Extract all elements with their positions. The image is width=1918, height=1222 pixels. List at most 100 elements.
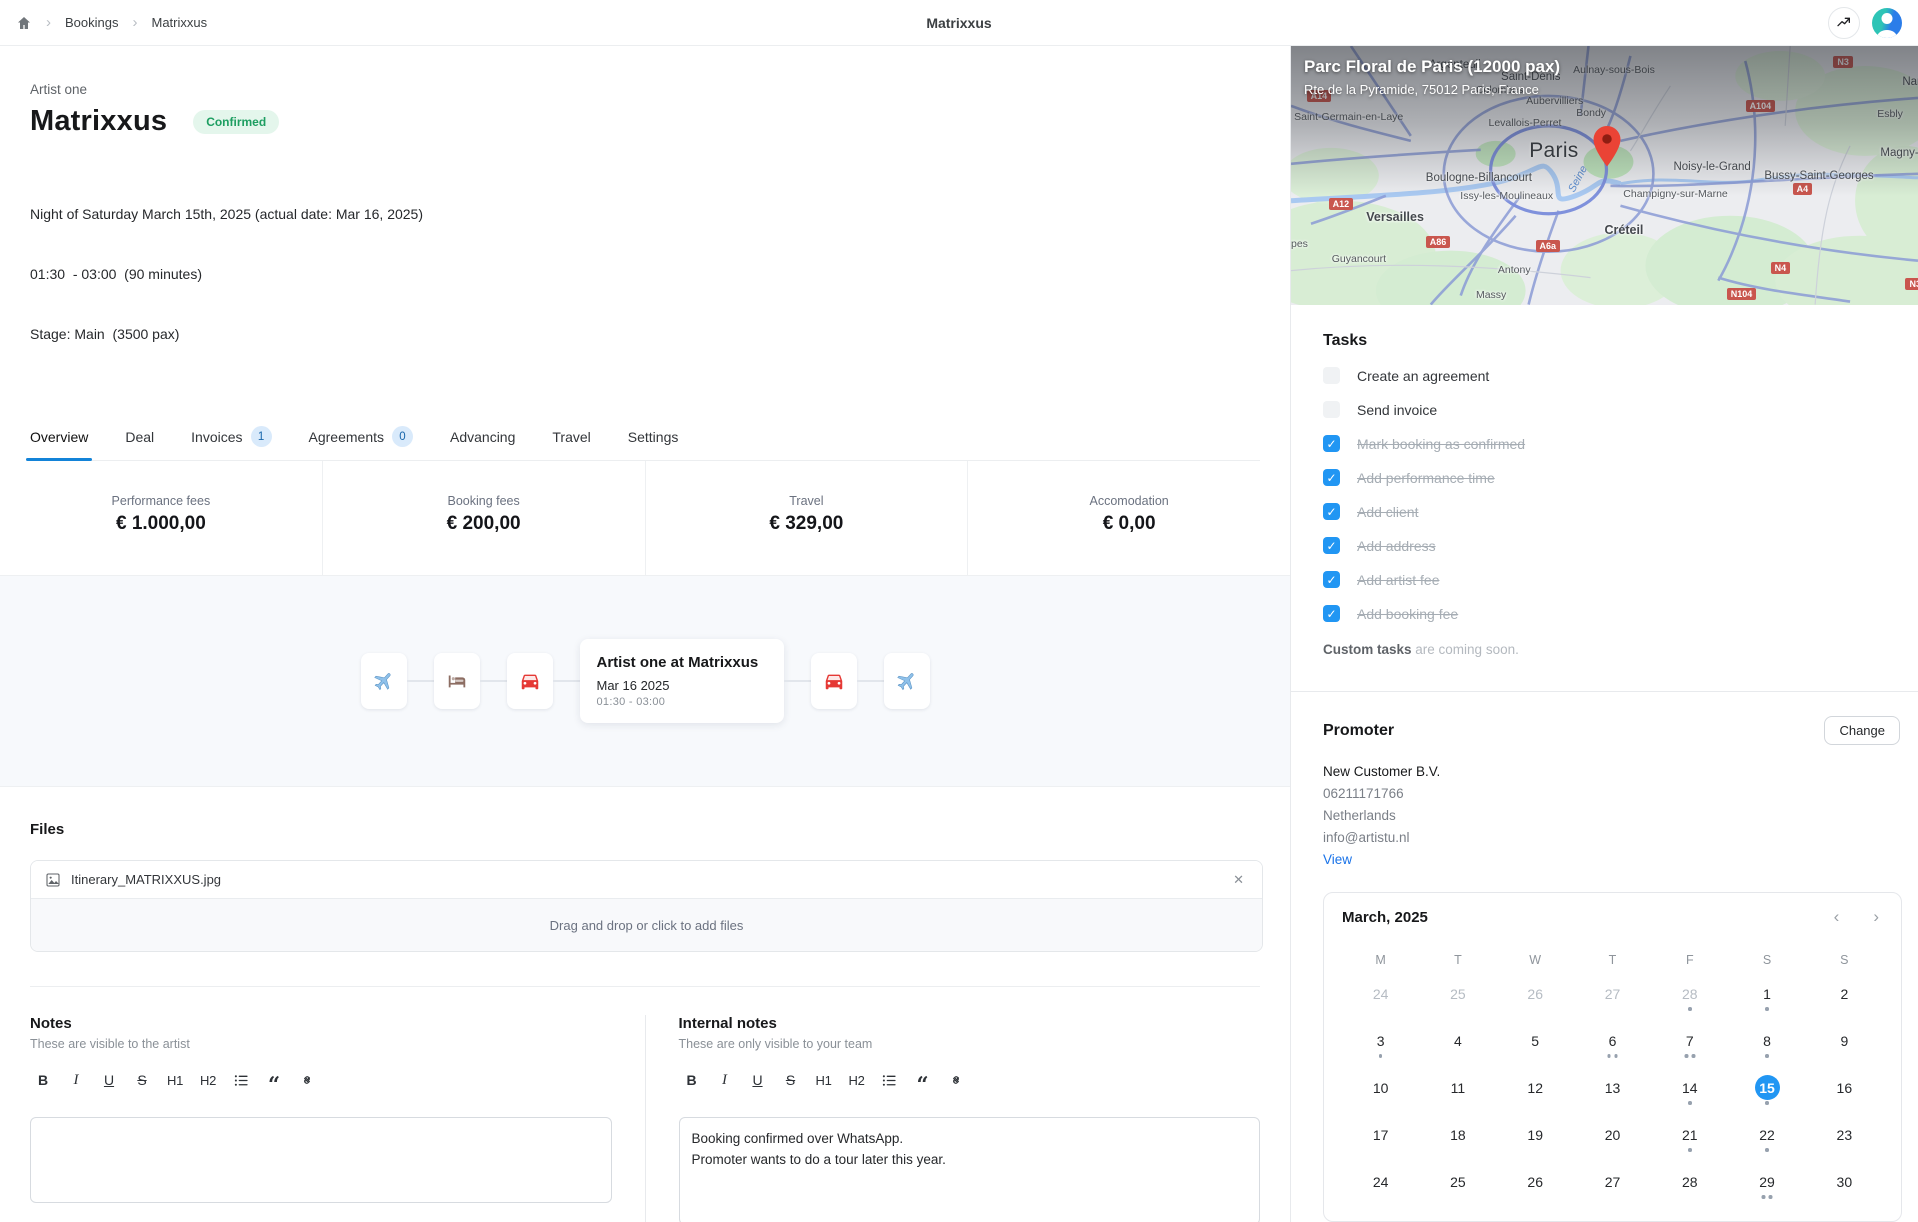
breadcrumb-current[interactable]: Matrixxus — [151, 15, 207, 30]
calendar-day[interactable]: 6 — [1806, 1216, 1883, 1222]
calendar-day[interactable]: 24 — [1342, 981, 1419, 1017]
change-promoter-button[interactable]: Change — [1824, 716, 1900, 745]
bullet-list-icon[interactable] — [877, 1067, 903, 1093]
task-checkbox[interactable] — [1323, 469, 1340, 486]
blockquote-button[interactable]: “ — [910, 1067, 936, 1093]
italic-button[interactable]: I — [63, 1067, 89, 1093]
tab[interactable]: Travel — [552, 418, 590, 460]
strikethrough-button[interactable]: S — [778, 1067, 804, 1093]
calendar-day[interactable]: 27 — [1574, 981, 1651, 1017]
calendar-day[interactable]: 28 — [1651, 981, 1728, 1017]
transfer-arrival-item[interactable] — [507, 653, 553, 709]
calendar-day[interactable]: 10 — [1342, 1075, 1419, 1111]
calendar-day[interactable]: 26 — [1497, 1169, 1574, 1205]
home-icon[interactable] — [16, 15, 32, 31]
calendar-day[interactable]: 8 — [1728, 1028, 1805, 1064]
link-icon[interactable] — [294, 1067, 320, 1093]
tab[interactable]: Invoices 1 — [191, 418, 271, 460]
remove-file-icon[interactable]: ✕ — [1229, 870, 1248, 890]
calendar-day[interactable]: 20 — [1574, 1122, 1651, 1158]
calendar-day[interactable]: 17 — [1342, 1122, 1419, 1158]
calendar-day[interactable]: 25 — [1419, 1169, 1496, 1205]
breadcrumb-bookings[interactable]: Bookings — [65, 15, 118, 30]
calendar-day[interactable]: 13 — [1574, 1075, 1651, 1111]
calendar-day[interactable]: 23 — [1806, 1122, 1883, 1158]
calendar-next-icon[interactable]: › — [1869, 907, 1883, 927]
flight-outbound-item[interactable] — [361, 653, 407, 709]
tab[interactable]: Deal — [125, 418, 154, 460]
task-checkbox[interactable] — [1323, 537, 1340, 554]
calendar-day[interactable]: 29 — [1728, 1169, 1805, 1205]
notes-input[interactable] — [30, 1117, 612, 1203]
heading1-button[interactable]: H1 — [162, 1067, 188, 1093]
calendar-day[interactable]: 28 — [1651, 1169, 1728, 1205]
calendar-day[interactable]: 18 — [1419, 1122, 1496, 1158]
flight-return-item[interactable] — [884, 653, 930, 709]
calendar-day[interactable]: 15 — [1728, 1075, 1805, 1111]
promoter-email: info@artistu.nl — [1323, 827, 1900, 849]
calendar-day[interactable]: 1 — [1728, 981, 1805, 1017]
underline-button[interactable]: U — [96, 1067, 122, 1093]
calendar-day[interactable]: 7 — [1651, 1028, 1728, 1064]
underline-button[interactable]: U — [745, 1067, 771, 1093]
italic-button[interactable]: I — [712, 1067, 738, 1093]
stats-button[interactable] — [1828, 7, 1860, 39]
task-checkbox[interactable] — [1323, 571, 1340, 588]
heading1-button[interactable]: H1 — [811, 1067, 837, 1093]
performance-card[interactable]: Artist one at Matrixxus Mar 16 2025 01:3… — [580, 639, 784, 723]
calendar-day[interactable]: 9 — [1806, 1028, 1883, 1064]
hotel-item[interactable] — [434, 653, 480, 709]
calendar-day[interactable]: 3 — [1342, 1028, 1419, 1064]
calendar-day[interactable]: 11 — [1419, 1075, 1496, 1111]
strikethrough-button[interactable]: S — [129, 1067, 155, 1093]
calendar-day[interactable]: 16 — [1806, 1075, 1883, 1111]
calendar-day[interactable]: 4 — [1651, 1216, 1728, 1222]
calendar-day[interactable]: 22 — [1728, 1122, 1805, 1158]
link-icon[interactable] — [943, 1067, 969, 1093]
task-row: Add booking fee — [1323, 605, 1886, 622]
promoter-view-link[interactable]: View — [1323, 849, 1900, 871]
tab-label: Advancing — [450, 429, 515, 445]
breadcrumb: Bookings Matrixxus — [16, 15, 207, 31]
calendar-day[interactable]: 31 — [1342, 1216, 1419, 1222]
calendar-day[interactable]: 24 — [1342, 1169, 1419, 1205]
calendar-day[interactable]: 21 — [1651, 1122, 1728, 1158]
calendar-day[interactable]: 5 — [1728, 1216, 1805, 1222]
task-checkbox[interactable] — [1323, 605, 1340, 622]
calendar-day[interactable]: 4 — [1419, 1028, 1496, 1064]
calendar-day[interactable]: 30 — [1806, 1169, 1883, 1205]
venue-map[interactable]: ArgenteuilSaint-DenisAulnay-sous-BoisCol… — [1291, 46, 1918, 305]
task-checkbox[interactable] — [1323, 367, 1340, 384]
calendar-day[interactable]: 27 — [1574, 1169, 1651, 1205]
calendar-day[interactable]: 5 — [1497, 1028, 1574, 1064]
heading2-button[interactable]: H2 — [195, 1067, 221, 1093]
heading2-button[interactable]: H2 — [844, 1067, 870, 1093]
calendar-day[interactable]: 1 — [1419, 1216, 1496, 1222]
blockquote-button[interactable]: “ — [261, 1067, 287, 1093]
calendar-day[interactable]: 2 — [1497, 1216, 1574, 1222]
transfer-departure-item[interactable] — [811, 653, 857, 709]
file-row[interactable]: Itinerary_MATRIXXUS.jpg ✕ — [31, 861, 1262, 899]
calendar-day[interactable]: 14 — [1651, 1075, 1728, 1111]
bullet-list-icon[interactable] — [228, 1067, 254, 1093]
task-checkbox[interactable] — [1323, 401, 1340, 418]
tab[interactable]: Overview — [30, 418, 88, 460]
calendar-day[interactable]: 2 — [1806, 981, 1883, 1017]
bold-button[interactable]: B — [30, 1067, 56, 1093]
tab[interactable]: Advancing — [450, 418, 515, 460]
internal-notes-input[interactable]: Booking confirmed over WhatsApp. Promote… — [679, 1117, 1261, 1222]
calendar-day[interactable]: 19 — [1497, 1122, 1574, 1158]
file-dropzone[interactable]: Drag and drop or click to add files — [31, 899, 1262, 951]
bold-button[interactable]: B — [679, 1067, 705, 1093]
calendar-day[interactable]: 12 — [1497, 1075, 1574, 1111]
calendar-day[interactable]: 25 — [1419, 981, 1496, 1017]
calendar-day[interactable]: 3 — [1574, 1216, 1651, 1222]
calendar-day[interactable]: 26 — [1497, 981, 1574, 1017]
user-avatar[interactable] — [1872, 8, 1902, 38]
calendar-day[interactable]: 6 — [1574, 1028, 1651, 1064]
calendar-prev-icon[interactable]: ‹ — [1830, 907, 1844, 927]
tab[interactable]: Settings — [628, 418, 679, 460]
task-checkbox[interactable] — [1323, 503, 1340, 520]
tab[interactable]: Agreements 0 — [309, 418, 413, 460]
task-checkbox[interactable] — [1323, 435, 1340, 452]
